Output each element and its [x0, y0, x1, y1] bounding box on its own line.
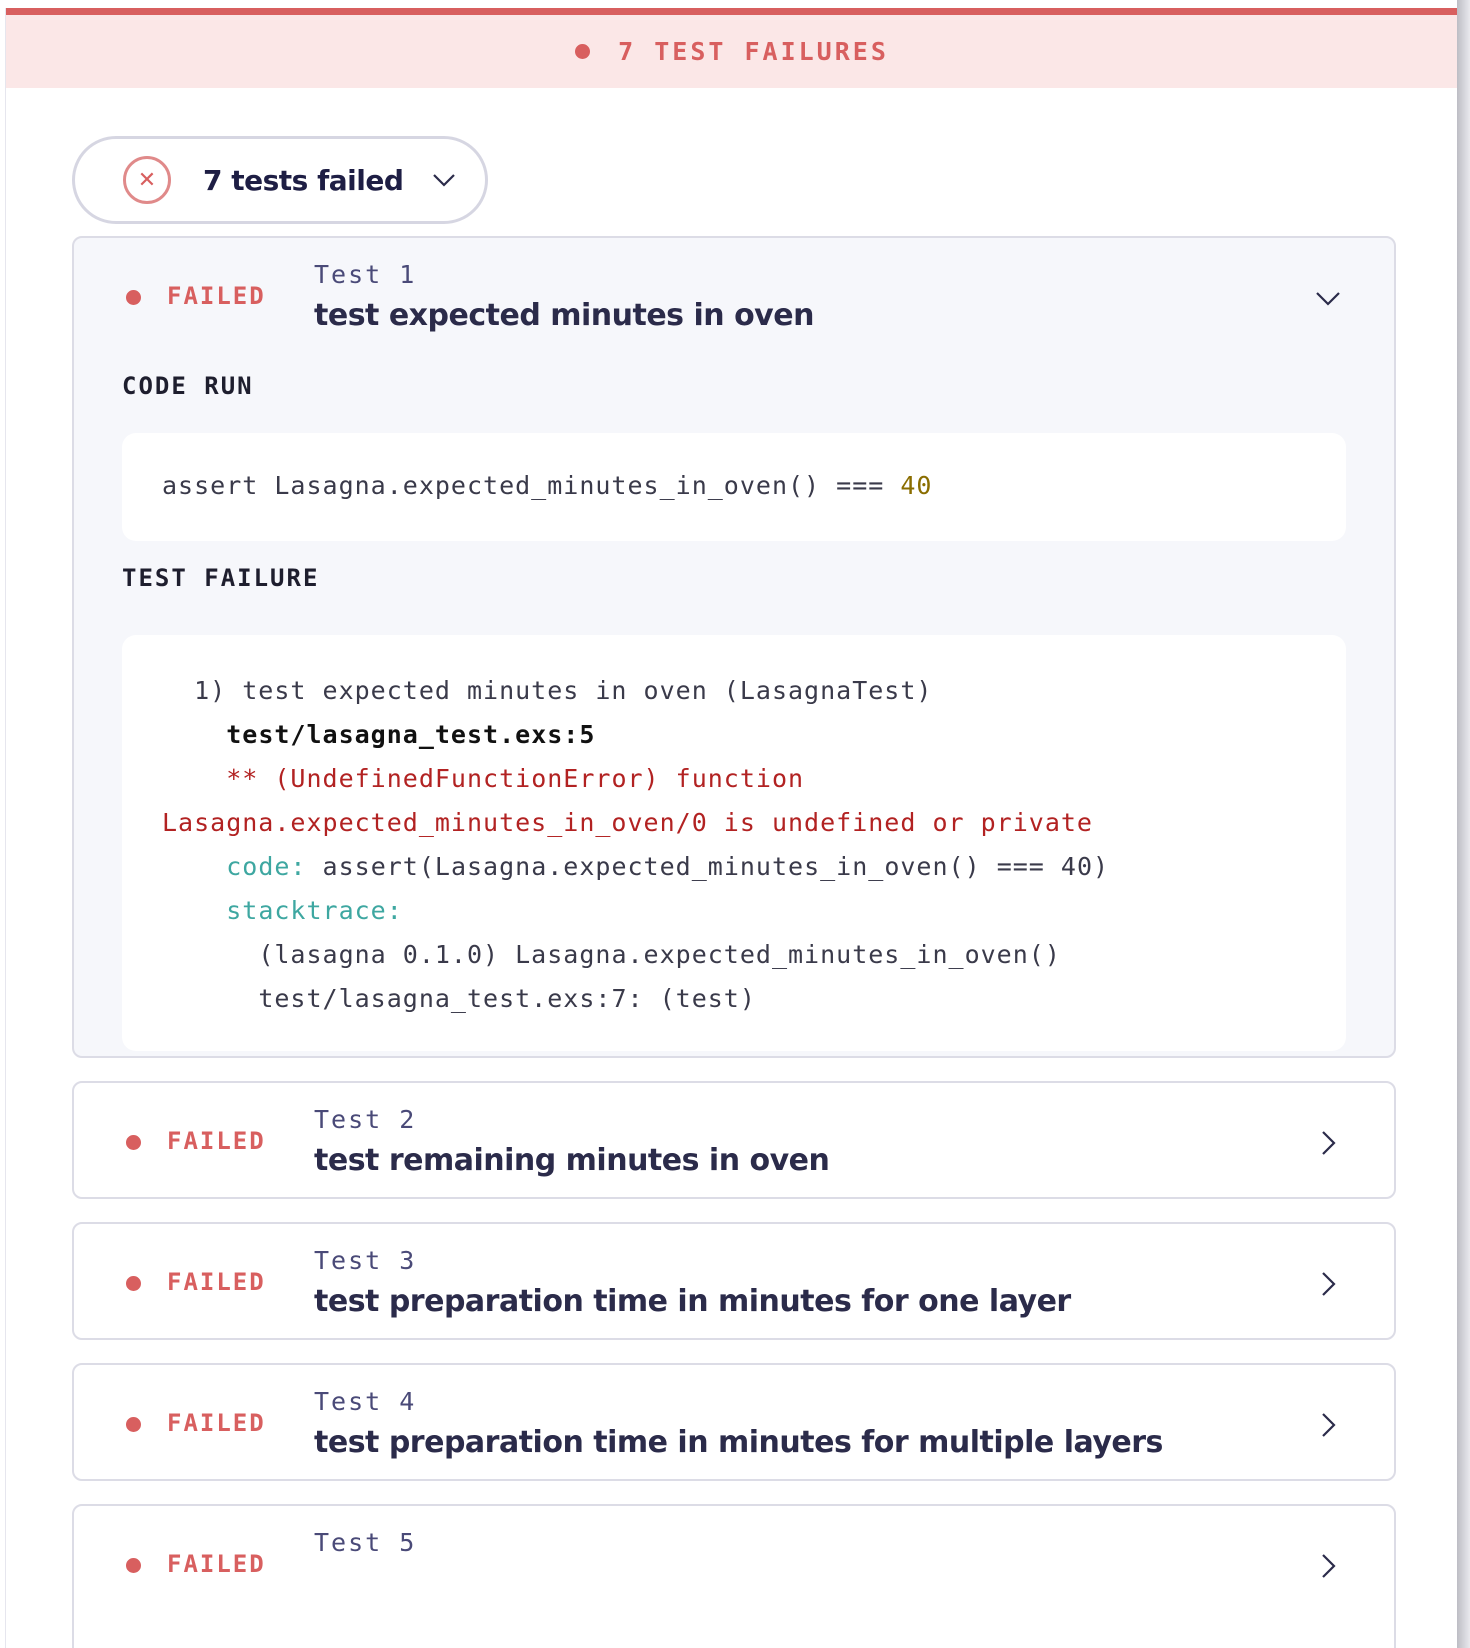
status-badge: FAILED [167, 1409, 266, 1437]
test-number: Test 3 [314, 1246, 417, 1275]
chevron-down-icon[interactable] [1314, 284, 1342, 312]
chevron-right-icon[interactable] [1314, 1552, 1342, 1580]
failed-dot-icon [126, 1135, 141, 1150]
test-results-panel: 7 TEST FAILURES ✕ 7 tests failed FAILED … [5, 8, 1457, 1648]
failure-code-value: assert(Lasagna.expected_minutes_in_oven(… [306, 852, 1110, 881]
status-badge: FAILED [167, 1268, 266, 1296]
test-name: test remaining minutes in oven [314, 1143, 830, 1178]
test-card-header[interactable]: FAILED Test 2 test remaining minutes in … [74, 1083, 1394, 1197]
test-number: Test 5 [314, 1528, 417, 1557]
status-badge: FAILED [167, 1550, 266, 1578]
test-card-header[interactable]: FAILED Test 4 test preparation time in m… [74, 1365, 1394, 1479]
test-failure-title: TEST FAILURE [122, 564, 320, 592]
failures-banner: 7 TEST FAILURES [6, 8, 1457, 88]
close-icon: ✕ [123, 156, 171, 204]
failure-error: ** (UndefinedFunctionError) function [226, 764, 805, 793]
status-badge: FAILED [167, 1127, 266, 1155]
chevron-right-icon[interactable] [1314, 1270, 1342, 1298]
status-dot-icon [575, 44, 591, 59]
failed-dot-icon [126, 1276, 141, 1291]
stacktrace-line: test/lasagna_test.exs:7: (test) [258, 984, 756, 1013]
failure-location: test/lasagna_test.exs:5 [226, 720, 596, 749]
failure-code-key: code: [226, 852, 307, 881]
banner-text: 7 TEST FAILURES [618, 37, 889, 66]
test-name: test expected minutes in oven [314, 298, 814, 333]
test-card-header[interactable]: FAILED Test 3 test preparation time in m… [74, 1224, 1394, 1338]
summary-label: 7 tests failed [203, 163, 404, 197]
code-run-title: CODE RUN [122, 372, 254, 400]
test-failure-box: 1) test expected minutes in oven (Lasagn… [122, 635, 1346, 1051]
failure-error-detail: Lasagna.expected_minutes_in_oven/0 is un… [162, 808, 1093, 837]
failed-dot-icon [126, 1417, 141, 1432]
chevron-right-icon[interactable] [1314, 1411, 1342, 1439]
chevron-down-icon [433, 174, 456, 187]
tests-failed-dropdown[interactable]: ✕ 7 tests failed [72, 136, 488, 224]
window-edge [1457, 0, 1470, 1648]
failure-stacktrace-key: stacktrace: [226, 896, 403, 925]
test-name: test preparation time in minutes for one… [314, 1284, 1071, 1319]
test-card-2[interactable]: FAILED Test 2 test remaining minutes in … [72, 1081, 1396, 1199]
test-card-3[interactable]: FAILED Test 3 test preparation time in m… [72, 1222, 1396, 1340]
test-card-header[interactable]: FAILED Test 5 [74, 1506, 1394, 1626]
failed-dot-icon [126, 1558, 141, 1573]
test-name: test preparation time in minutes for mul… [314, 1425, 1163, 1460]
stacktrace-line: (lasagna 0.1.0) Lasagna.expected_minutes… [258, 940, 1061, 969]
test-card-4[interactable]: FAILED Test 4 test preparation time in m… [72, 1363, 1396, 1481]
code-run-value: 40 [900, 471, 933, 500]
chevron-right-icon[interactable] [1314, 1129, 1342, 1157]
test-number: Test 1 [314, 260, 417, 289]
test-card-5[interactable]: FAILED Test 5 [72, 1504, 1396, 1648]
test-card-header[interactable]: FAILED Test 1 test expected minutes in o… [74, 238, 1394, 358]
failure-line: 1) test expected minutes in oven (Lasagn… [162, 676, 933, 705]
code-run-box: assert Lasagna.expected_minutes_in_oven(… [122, 433, 1346, 541]
failed-dot-icon [126, 290, 141, 305]
test-number: Test 4 [314, 1387, 417, 1416]
test-card-1: FAILED Test 1 test expected minutes in o… [72, 236, 1396, 1058]
status-badge: FAILED [167, 282, 266, 310]
test-number: Test 2 [314, 1105, 417, 1134]
code-run-text: assert Lasagna.expected_minutes_in_oven(… [162, 471, 901, 500]
